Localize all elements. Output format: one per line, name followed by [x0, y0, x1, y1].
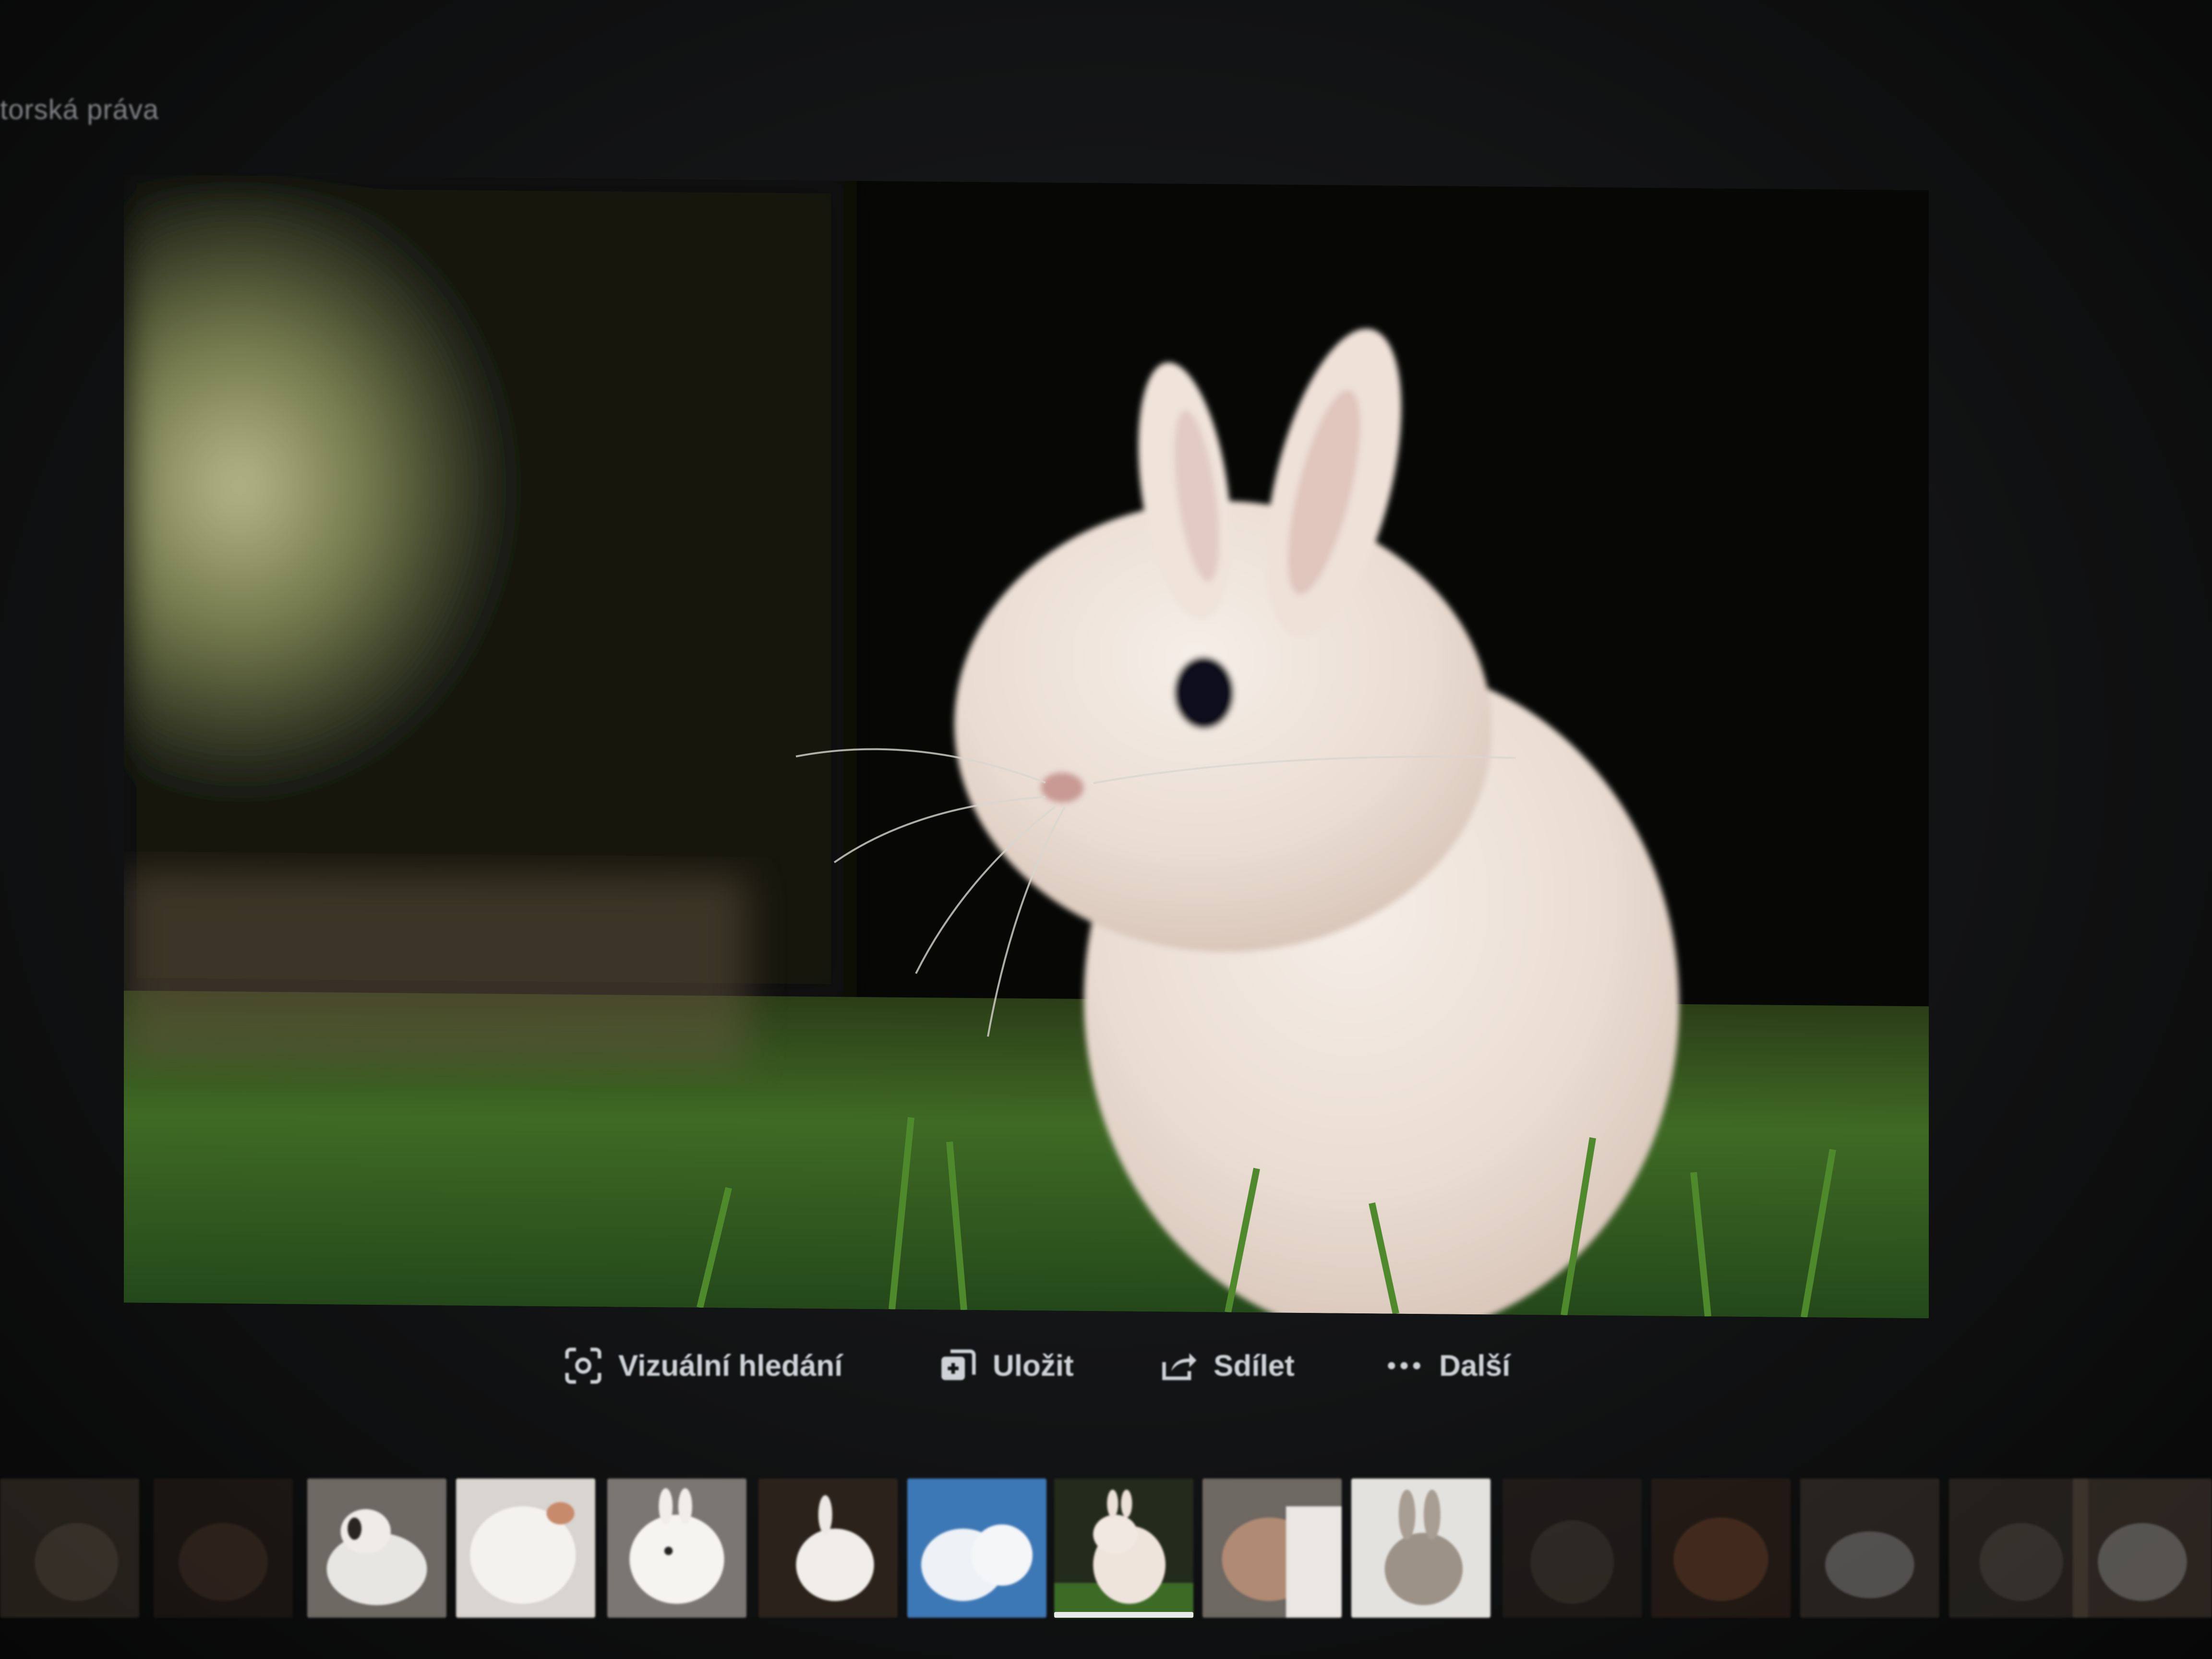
save-collection-icon — [936, 1344, 979, 1387]
save-button[interactable]: Uložit — [936, 1339, 1074, 1392]
thumbnail[interactable] — [456, 1479, 595, 1618]
thumbnail[interactable] — [607, 1479, 746, 1618]
share-icon — [1157, 1344, 1200, 1387]
thumbnail[interactable] — [907, 1479, 1046, 1618]
share-label: Sdílet — [1214, 1349, 1295, 1382]
thumbnail[interactable] — [307, 1479, 446, 1618]
save-label: Uložit — [993, 1349, 1074, 1382]
image-toolbar: Vizuální hledání Uložit Sdílet Další — [562, 1339, 1570, 1392]
thumbnail[interactable] — [1351, 1479, 1491, 1618]
more-button[interactable]: Další — [1382, 1339, 1510, 1392]
more-label: Další — [1439, 1349, 1511, 1382]
copyright-notice: torská práva — [0, 94, 159, 125]
thumbnail[interactable] — [1651, 1479, 1791, 1618]
image-viewer-screen: torská práva Vizuální hledání Uložit Sdí… — [0, 0, 2212, 1659]
selected-thumbnail-indicator — [1054, 1612, 1193, 1618]
share-button[interactable]: Sdílet — [1157, 1339, 1295, 1392]
ellipsis-icon — [1382, 1344, 1426, 1387]
main-preview-image[interactable] — [124, 174, 1929, 1319]
thumbnail[interactable] — [154, 1479, 293, 1618]
visual-search-button[interactable]: Vizuální hledání — [562, 1339, 842, 1392]
visual-search-label: Vizuální hledání — [618, 1349, 843, 1382]
thumbnail[interactable] — [2073, 1479, 2212, 1618]
thumbnail[interactable] — [1800, 1479, 1939, 1618]
thumbnail[interactable] — [1503, 1479, 1642, 1618]
thumbnail[interactable] — [0, 1479, 139, 1618]
thumbnail[interactable] — [1202, 1479, 1342, 1618]
thumbnail[interactable] — [758, 1479, 898, 1618]
thumbnail[interactable] — [1949, 1479, 2088, 1618]
visual-search-icon — [562, 1344, 605, 1387]
thumbnail-strip — [0, 1469, 2212, 1627]
thumbnail-selected[interactable] — [1054, 1479, 1193, 1618]
